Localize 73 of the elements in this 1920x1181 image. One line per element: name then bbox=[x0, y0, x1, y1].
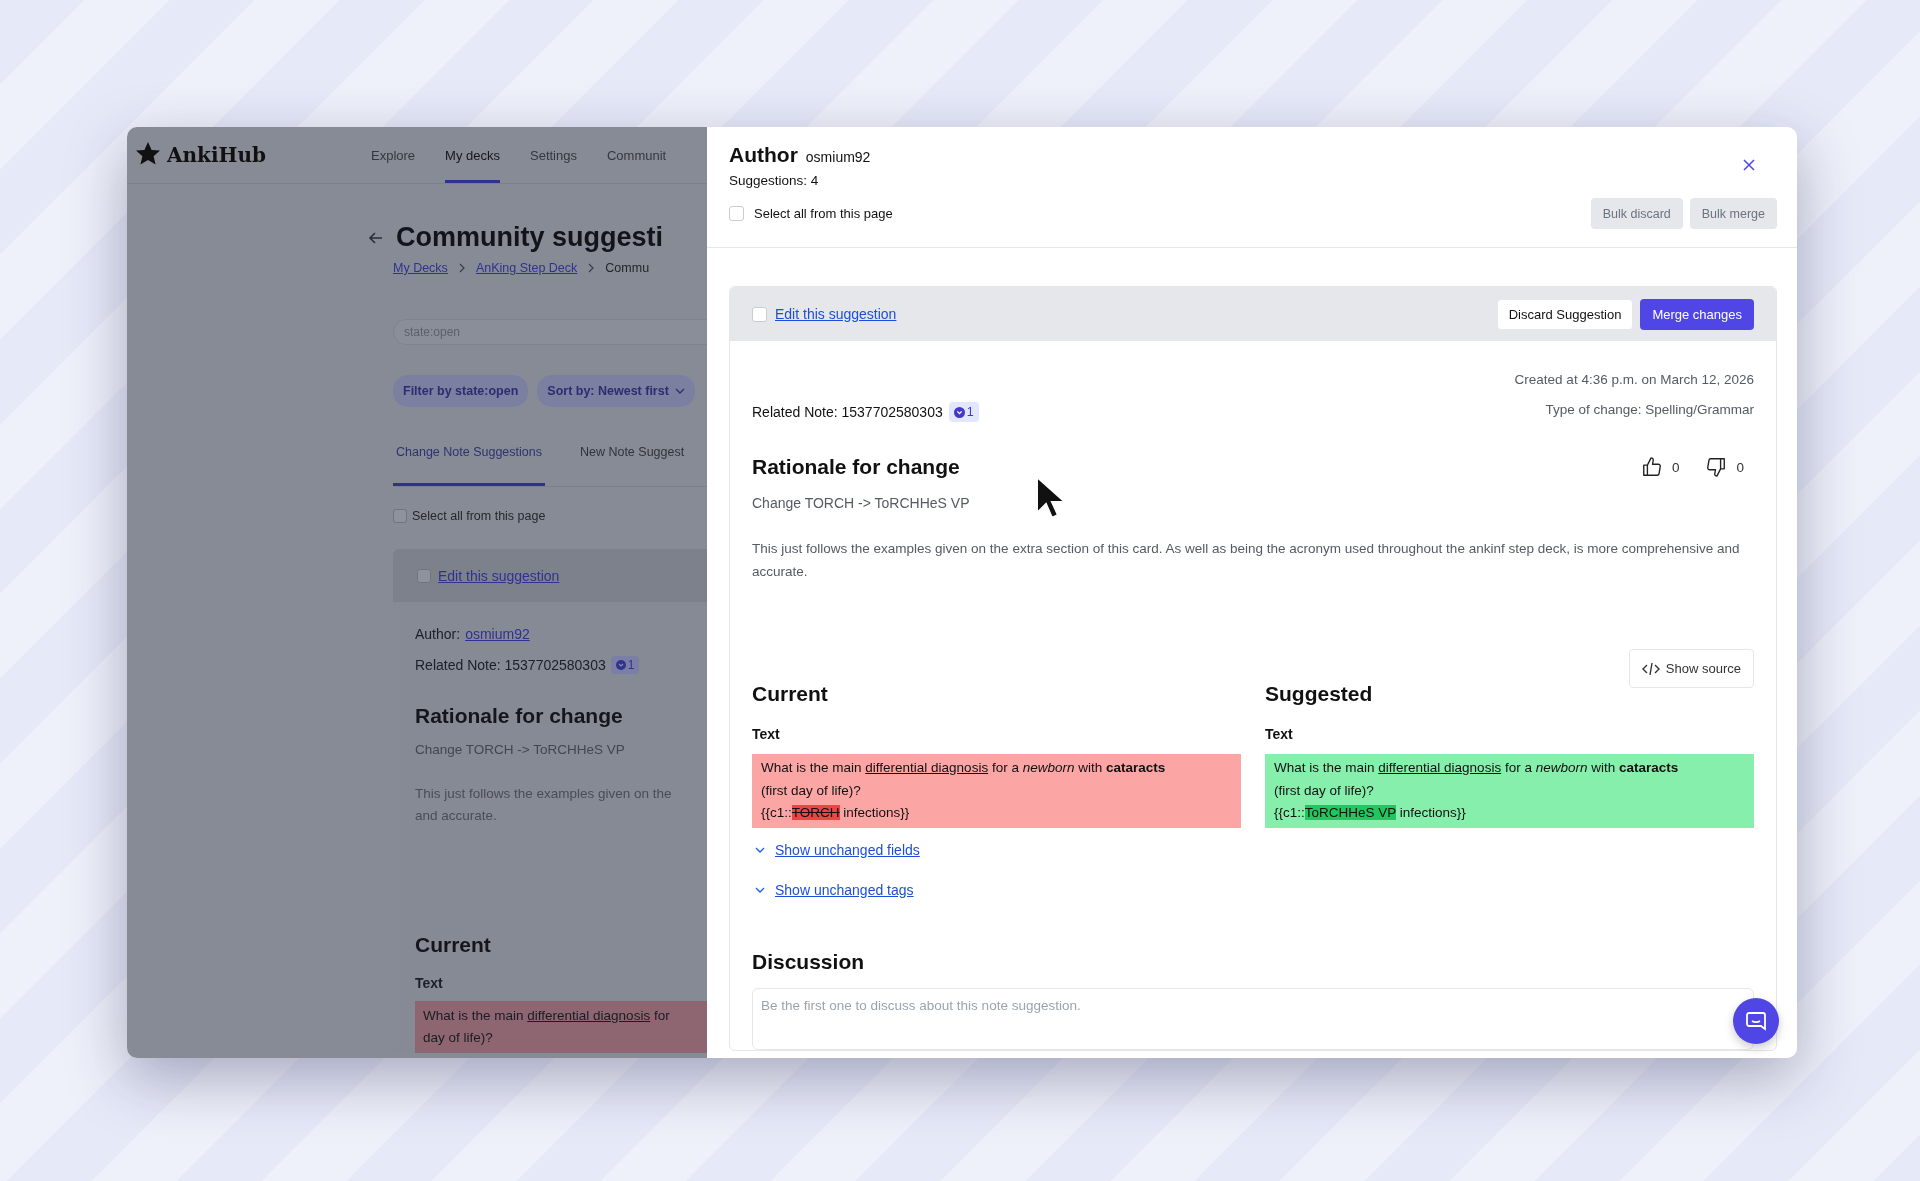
section-heading: Rationale for change bbox=[752, 455, 960, 479]
field-label: Text bbox=[752, 726, 781, 742]
chat-button[interactable] bbox=[1733, 998, 1779, 1044]
chevron-circle-icon bbox=[953, 406, 965, 418]
author-link[interactable]: osmium92 bbox=[465, 626, 530, 642]
expand-toggle-link[interactable]: Show unchanged tags bbox=[752, 881, 1241, 898]
breadcrumb-link[interactable]: My Decks bbox=[393, 261, 448, 275]
field-label: Text bbox=[1265, 726, 1294, 742]
nav-tab[interactable]: Explore bbox=[371, 127, 416, 183]
column-heading: Current bbox=[752, 682, 829, 706]
expand-toggle-link[interactable]: Show unchanged fields bbox=[752, 841, 1241, 858]
filter-chip[interactable]: Sort by: Newest first bbox=[537, 375, 695, 407]
close-icon bbox=[1743, 159, 1755, 171]
merge-button[interactable]: Merge changes bbox=[1640, 298, 1754, 330]
edit-suggestion-link[interactable]: Edit this suggestion bbox=[775, 306, 897, 322]
checkbox-label: Select all from this page bbox=[754, 206, 893, 221]
upvote-button[interactable]: 0 bbox=[1640, 456, 1680, 478]
page-title: Community suggesti bbox=[396, 222, 664, 253]
current-text-diff: What is the main differential diagnosis for day of life)? bbox=[415, 1001, 707, 1053]
thumbs-up-icon bbox=[1640, 456, 1663, 478]
current-text-diff: What is the main differential diagnosis for a newborn with cataracts (first day of life)? {{c1::TORCH infections}} bbox=[752, 754, 1241, 828]
breadcrumb-current: Commu bbox=[605, 261, 650, 275]
filter-chip[interactable]: Filter by state:open bbox=[393, 375, 529, 407]
author-label: Author: bbox=[415, 626, 461, 642]
checkbox[interactable] bbox=[729, 206, 744, 221]
suggested-text-diff: What is the main differential diagnosis for a newborn with cataracts (first day of life)? {{c1::ToRCHHeS VP infections}} bbox=[1265, 754, 1754, 828]
tab[interactable]: New Note Suggest bbox=[576, 445, 688, 486]
checkbox[interactable] bbox=[752, 306, 767, 322]
logo-text: AnkiHub bbox=[167, 143, 266, 167]
chevron-down-icon bbox=[674, 387, 685, 395]
show-source-button[interactable]: Show source bbox=[1628, 649, 1754, 688]
author-name: osmium92 bbox=[805, 149, 871, 165]
badge-count: 1 bbox=[966, 405, 974, 419]
code-icon bbox=[1641, 661, 1660, 676]
nav-tab[interactable]: Communit bbox=[606, 127, 667, 183]
edit-suggestion-link[interactable]: Edit this suggestion bbox=[438, 567, 560, 584]
created-date: Created at 4:36 p.m. on March 12, 2026 bbox=[1514, 371, 1754, 389]
change-type: Type of change: Spelling/Grammar bbox=[1544, 401, 1754, 419]
breadcrumb-link[interactable]: AnKing Step Deck bbox=[475, 261, 578, 275]
field-label: Text bbox=[415, 975, 444, 991]
chevron-right-icon bbox=[587, 263, 596, 273]
drawer-title: Author bbox=[729, 143, 798, 167]
rationale-text: This just follows the examples given on the bbox=[415, 785, 673, 803]
back-arrow-icon[interactable] bbox=[368, 229, 384, 246]
nav-tab[interactable]: Settings bbox=[530, 127, 577, 183]
badge-count: 1 bbox=[627, 658, 635, 672]
column-heading: Suggested bbox=[1265, 682, 1374, 706]
chevron-circle-icon bbox=[615, 660, 626, 670]
chevron-right-icon bbox=[457, 263, 466, 273]
chevron-down-icon bbox=[755, 885, 765, 894]
tab[interactable]: Change Note Suggestions bbox=[393, 445, 545, 486]
related-note-text: Related Note: 1537702580303 bbox=[752, 404, 943, 420]
chevron-down-icon bbox=[755, 845, 765, 854]
section-heading: Rationale for change bbox=[415, 704, 624, 728]
related-note-text: Related Note: 1537702580303 bbox=[415, 657, 606, 673]
section-heading: Discussion bbox=[752, 949, 866, 974]
chat-icon bbox=[1745, 1010, 1767, 1032]
downvote-button[interactable]: 0 bbox=[1705, 456, 1744, 478]
discard-button[interactable]: Discard Suggestion bbox=[1496, 298, 1634, 330]
comment-field[interactable]: Be the first one to discuss about this note suggestion. bbox=[752, 987, 1754, 1050]
nav-tab[interactable]: My decks bbox=[445, 127, 500, 183]
bulk-action-button[interactable]: Bulk discard bbox=[1590, 198, 1683, 229]
rationale-summary: Change TORCH -> ToRCHHeS VP bbox=[752, 495, 971, 511]
checkbox[interactable] bbox=[417, 568, 431, 583]
rationale-text: and accurate. bbox=[415, 807, 498, 825]
rationale-summary: Change TORCH -> ToRCHHeS VP bbox=[415, 742, 626, 757]
rationale-text: This just follows the examples given on the extra section of this card. As well as being the acronym used throughout the ankinf step deck, is more comprehensive and accurate. bbox=[752, 540, 1741, 581]
checkbox-label: Select all from this page bbox=[412, 509, 546, 523]
thumbs-down-icon bbox=[1705, 456, 1728, 478]
checkbox[interactable] bbox=[393, 509, 407, 523]
section-heading: Current bbox=[415, 933, 492, 957]
suggestion-count: Suggestions: 4 bbox=[729, 173, 820, 188]
bulk-action-button[interactable]: Bulk merge bbox=[1689, 198, 1777, 229]
